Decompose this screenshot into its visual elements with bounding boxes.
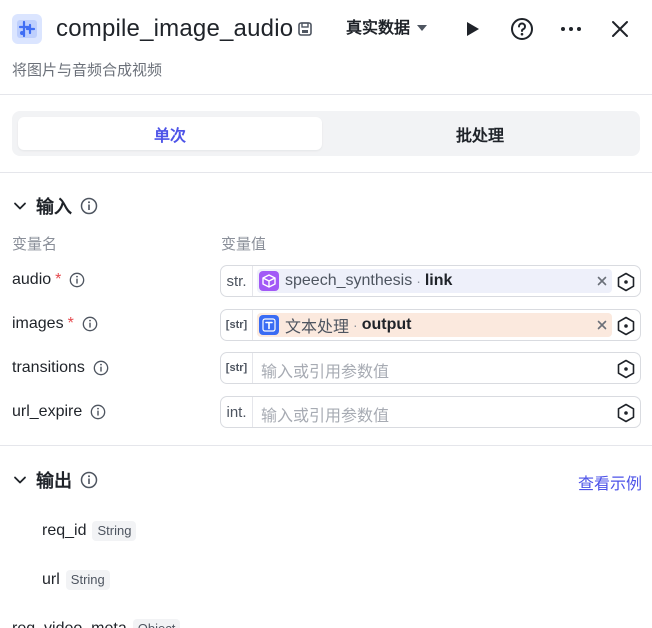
reference-separator: ·	[353, 317, 358, 333]
info-icon[interactable]	[90, 404, 106, 420]
info-icon[interactable]	[69, 272, 85, 288]
node-description: 将图片与音频合成视频	[12, 62, 163, 79]
run-mode-tabs: 单次 批处理	[12, 111, 640, 156]
input-section-title: 输入	[36, 197, 72, 217]
output-type-badge: String	[92, 521, 137, 541]
more-icon	[561, 27, 581, 31]
reference-node-name: speech_synthesis	[285, 272, 413, 289]
reference-separator: ·	[416, 273, 421, 289]
variable-ref-icon[interactable]	[616, 359, 636, 379]
close-button[interactable]	[606, 15, 634, 43]
variable-ref-icon[interactable]	[616, 316, 636, 336]
save-icon[interactable]	[296, 20, 314, 38]
output-section-toggle[interactable]: 输出	[12, 467, 98, 493]
input-section-toggle[interactable]: 输入	[12, 193, 98, 219]
reference-chip[interactable]: speech_synthesis · link	[257, 269, 612, 293]
param-field-transitions[interactable]: [str] 输入或引用参数值	[220, 352, 641, 384]
divider	[0, 445, 652, 446]
node-title[interactable]: compile_image_audio	[56, 12, 293, 46]
variable-ref-icon[interactable]	[616, 272, 636, 292]
column-header-name: 变量名	[12, 236, 58, 253]
run-button[interactable]	[458, 15, 486, 43]
chevron-down-icon	[14, 202, 26, 210]
variable-ref-icon[interactable]	[616, 403, 636, 423]
required-marker: *	[55, 271, 62, 288]
type-tag: str.	[221, 266, 253, 296]
param-input-placeholder[interactable]: 输入或引用参数值	[261, 358, 389, 382]
divider	[0, 172, 652, 173]
type-tag: int.	[221, 397, 253, 427]
param-label-transitions: transitions	[12, 359, 109, 377]
text-node-icon	[259, 315, 279, 335]
output-name: req_id	[42, 522, 87, 539]
param-input-placeholder[interactable]: 输入或引用参数值	[261, 402, 389, 426]
info-icon[interactable]	[80, 471, 98, 489]
caret-down-icon	[416, 17, 428, 41]
type-tag: [str]	[221, 310, 253, 340]
workflow-node-icon	[12, 14, 42, 44]
data-mode-select[interactable]: 真实数据	[346, 17, 428, 41]
info-icon[interactable]	[82, 316, 98, 332]
reference-output-name: output	[361, 316, 412, 333]
more-button[interactable]	[557, 15, 585, 43]
clear-reference-icon[interactable]	[594, 317, 610, 333]
clear-reference-icon[interactable]	[594, 273, 610, 289]
play-icon	[467, 22, 479, 36]
param-field-audio[interactable]: str. speech_synthesis · link	[220, 265, 641, 297]
view-examples-link[interactable]: 查看示例	[578, 470, 642, 494]
node-header: compile_image_audio 真实数据 将图片与音频合成视频	[0, 0, 652, 95]
param-name: audio	[12, 271, 52, 288]
chevron-down-icon	[14, 476, 26, 484]
output-type-badge: Object	[132, 619, 181, 628]
output-name: req_video_meta	[12, 620, 127, 628]
reference-node-name: 文本处理	[285, 319, 350, 336]
param-field-url-expire[interactable]: int. 输入或引用参数值	[220, 396, 641, 428]
output-name: url	[42, 571, 60, 588]
type-tag: [str]	[221, 353, 253, 383]
output-item: req_id String	[42, 521, 137, 541]
output-type-badge: String	[65, 570, 110, 590]
param-name: transitions	[12, 359, 85, 376]
param-name: url_expire	[12, 403, 83, 420]
column-header-value: 变量值	[221, 236, 267, 253]
param-label-images: images *	[12, 315, 98, 333]
param-name: images	[12, 315, 64, 332]
plugin-cube-icon	[259, 271, 279, 291]
output-item: url String	[42, 570, 110, 590]
help-icon	[511, 18, 533, 40]
required-marker: *	[67, 315, 74, 332]
tab-batch[interactable]: 批处理	[326, 117, 634, 150]
info-icon[interactable]	[93, 360, 109, 376]
output-section-title: 输出	[36, 471, 72, 491]
help-button[interactable]	[508, 15, 536, 43]
close-icon	[612, 21, 628, 37]
param-label-url-expire: url_expire	[12, 403, 106, 421]
tab-single[interactable]: 单次	[18, 117, 322, 150]
reference-chip[interactable]: 文本处理 · output	[257, 313, 612, 337]
param-field-images[interactable]: [str] 文本处理 · output	[220, 309, 641, 341]
reference-output-name: link	[424, 272, 453, 289]
output-item: req_video_meta Object	[12, 619, 181, 628]
info-icon[interactable]	[80, 197, 98, 215]
param-label-audio: audio *	[12, 271, 85, 289]
data-mode-label: 真实数据	[346, 20, 411, 37]
